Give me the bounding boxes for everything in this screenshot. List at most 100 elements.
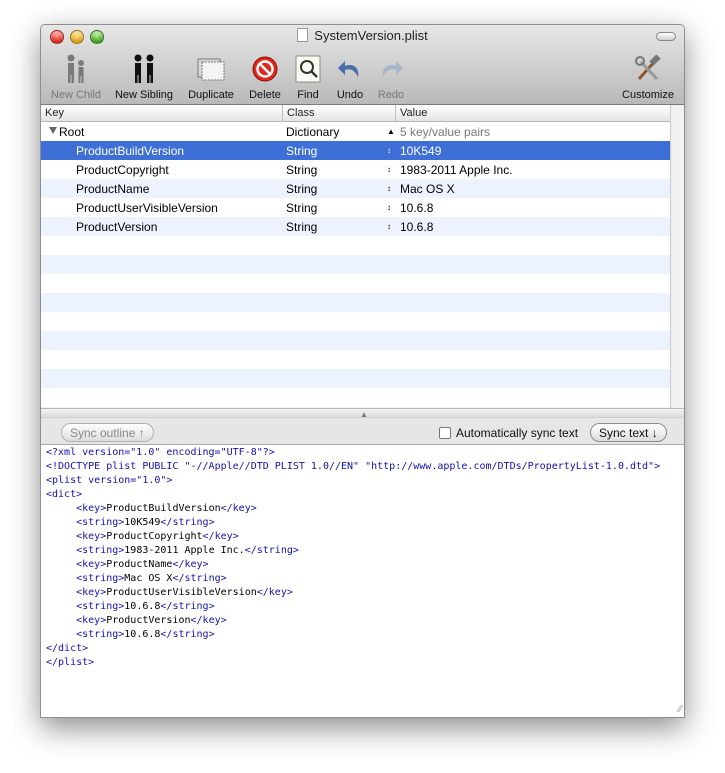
xml-line: <key>ProductCopyright</key> (46, 530, 681, 544)
outline-row[interactable]: ProductUserVisibleVersion String ↕ 10.6.… (41, 198, 670, 217)
column-header-value[interactable]: Value (400, 107, 427, 119)
xml-text: ProductName (106, 559, 173, 570)
xml-text: 1983-2011 Apple Inc. (124, 545, 245, 556)
class-stepper-icon[interactable]: ↕ (387, 203, 391, 212)
xml-text (46, 601, 76, 612)
xml-text (46, 587, 76, 598)
row-class: String (286, 220, 318, 234)
row-key: ProductBuildVersion (76, 144, 185, 158)
new-child-button[interactable]: New Child (49, 53, 103, 101)
xml-text: Mac OS X (124, 573, 173, 584)
outline-row[interactable]: ProductVersion String ↕ 10.6.8 (41, 217, 670, 236)
row-key: ProductUserVisibleVersion (76, 201, 218, 215)
xml-text (46, 531, 76, 542)
row-value[interactable]: 10K549 (400, 144, 441, 158)
xml-line: <string>10K549</string> (46, 516, 681, 530)
xml-tag: </string> (172, 573, 227, 584)
toolbar-toggle-button[interactable] (656, 32, 676, 41)
xml-tag: </dict> (46, 643, 89, 654)
empty-row (41, 350, 670, 369)
outline-row[interactable]: ProductName String ↕ Mac OS X (41, 179, 670, 198)
class-stepper-icon[interactable]: ↕ (387, 184, 391, 193)
class-stepper-icon[interactable]: ↕ (387, 165, 391, 174)
xml-line: <string>10.6.8</string> (46, 600, 681, 614)
row-value[interactable]: Mac OS X (400, 182, 455, 196)
customize-button[interactable]: Customize (617, 53, 679, 101)
resize-grip-icon[interactable]: ∕∕ (679, 704, 682, 715)
outline-rows: Root Dictionary ▲ 5 key/value pairs Prod… (41, 122, 670, 408)
xml-tag: </key> (220, 503, 257, 514)
outline-view: Key Class Value Root Dictionary ▲ 5 key/… (41, 105, 670, 408)
empty-row (41, 236, 670, 255)
xml-tag: <dict> (46, 489, 83, 500)
delete-icon (252, 56, 278, 82)
undo-label: Undo (336, 89, 364, 101)
class-stepper-icon[interactable]: ↕ (387, 222, 391, 231)
auto-sync-label: Automatically sync text (456, 426, 579, 440)
xml-line: <dict> (46, 488, 681, 502)
xml-tag: <?xml version="1.0" encoding="UTF-8"?> (46, 447, 275, 458)
xml-text-view[interactable]: <?xml version="1.0" encoding="UTF-8"?> <!… (41, 445, 684, 717)
xml-tag: </key> (172, 559, 209, 570)
redo-label: Redo (377, 89, 405, 101)
sync-text-button[interactable]: Sync text ↓ (590, 423, 667, 442)
column-divider[interactable] (395, 105, 396, 122)
xml-line: <key>ProductName</key> (46, 558, 681, 572)
disclosure-triangle-icon[interactable] (49, 127, 57, 134)
empty-row (41, 369, 670, 388)
row-value[interactable]: 10.6.8 (400, 220, 433, 234)
document-icon (297, 28, 309, 42)
sync-outline-button[interactable]: Sync outline ↑ (61, 423, 154, 442)
auto-sync-checkbox[interactable]: Automatically sync text (439, 426, 578, 440)
row-value[interactable]: 10.6.8 (400, 201, 433, 215)
duplicate-icon (197, 58, 225, 81)
undo-button[interactable]: Undo (333, 53, 367, 101)
new-sibling-button[interactable]: New Sibling (112, 53, 176, 101)
outline-row[interactable]: ProductCopyright String ↕ 1983-2011 Appl… (41, 160, 670, 179)
row-class: String (286, 163, 318, 177)
xml-tag: </plist> (46, 657, 95, 668)
window-title: SystemVersion.plist (314, 28, 428, 43)
xml-tag: <key> (76, 503, 107, 514)
xml-line: </dict> (46, 642, 681, 656)
xml-tag: <string> (76, 545, 125, 556)
xml-text: 10.6.8 (124, 601, 161, 612)
xml-tag: <string> (76, 601, 125, 612)
xml-tag: <key> (76, 615, 107, 626)
row-value: 5 key/value pairs (400, 125, 491, 139)
xml-text (46, 517, 76, 528)
xml-text: 10.6.8 (124, 629, 161, 640)
xml-tag: </string> (160, 517, 215, 528)
customize-icon (635, 55, 661, 81)
empty-row (41, 293, 670, 312)
xml-tag: </string> (160, 629, 215, 640)
xml-tag: <key> (76, 531, 107, 542)
class-stepper-icon[interactable]: ↕ (387, 146, 391, 155)
xml-line: <string>10.6.8</string> (46, 628, 681, 642)
split-view-divider[interactable]: ▲ (41, 408, 684, 419)
find-button[interactable]: Find (291, 53, 325, 101)
xml-line: </plist> (46, 656, 681, 670)
class-stepper-icon[interactable]: ▲ (387, 127, 395, 136)
sync-bar: Sync outline ↑ Automatically sync text S… (41, 418, 684, 445)
column-header-class[interactable]: Class (287, 107, 315, 119)
outline-scrollbar[interactable] (670, 105, 684, 408)
xml-line: <plist version="1.0"> (46, 474, 681, 488)
xml-tag: <plist version="1.0"> (46, 475, 173, 486)
delete-button[interactable]: Delete (245, 53, 285, 101)
column-divider[interactable] (282, 105, 283, 122)
checkbox-icon[interactable] (439, 427, 451, 439)
new-child-icon (67, 54, 84, 83)
column-header-key[interactable]: Key (45, 107, 64, 119)
xml-text: 10K549 (124, 517, 161, 528)
xml-tag: </string> (160, 601, 215, 612)
empty-row (41, 312, 670, 331)
duplicate-button[interactable]: Duplicate (185, 53, 237, 101)
redo-button[interactable]: Redo (374, 53, 408, 101)
xml-tag: </key> (190, 615, 227, 626)
duplicate-label: Duplicate (188, 89, 234, 101)
xml-line: <key>ProductBuildVersion</key> (46, 502, 681, 516)
outline-row-root[interactable]: Root Dictionary ▲ 5 key/value pairs (41, 122, 670, 141)
outline-row[interactable]: ProductBuildVersion String ↕ 10K549 (41, 141, 670, 160)
row-value[interactable]: 1983-2011 Apple Inc. (400, 163, 513, 177)
